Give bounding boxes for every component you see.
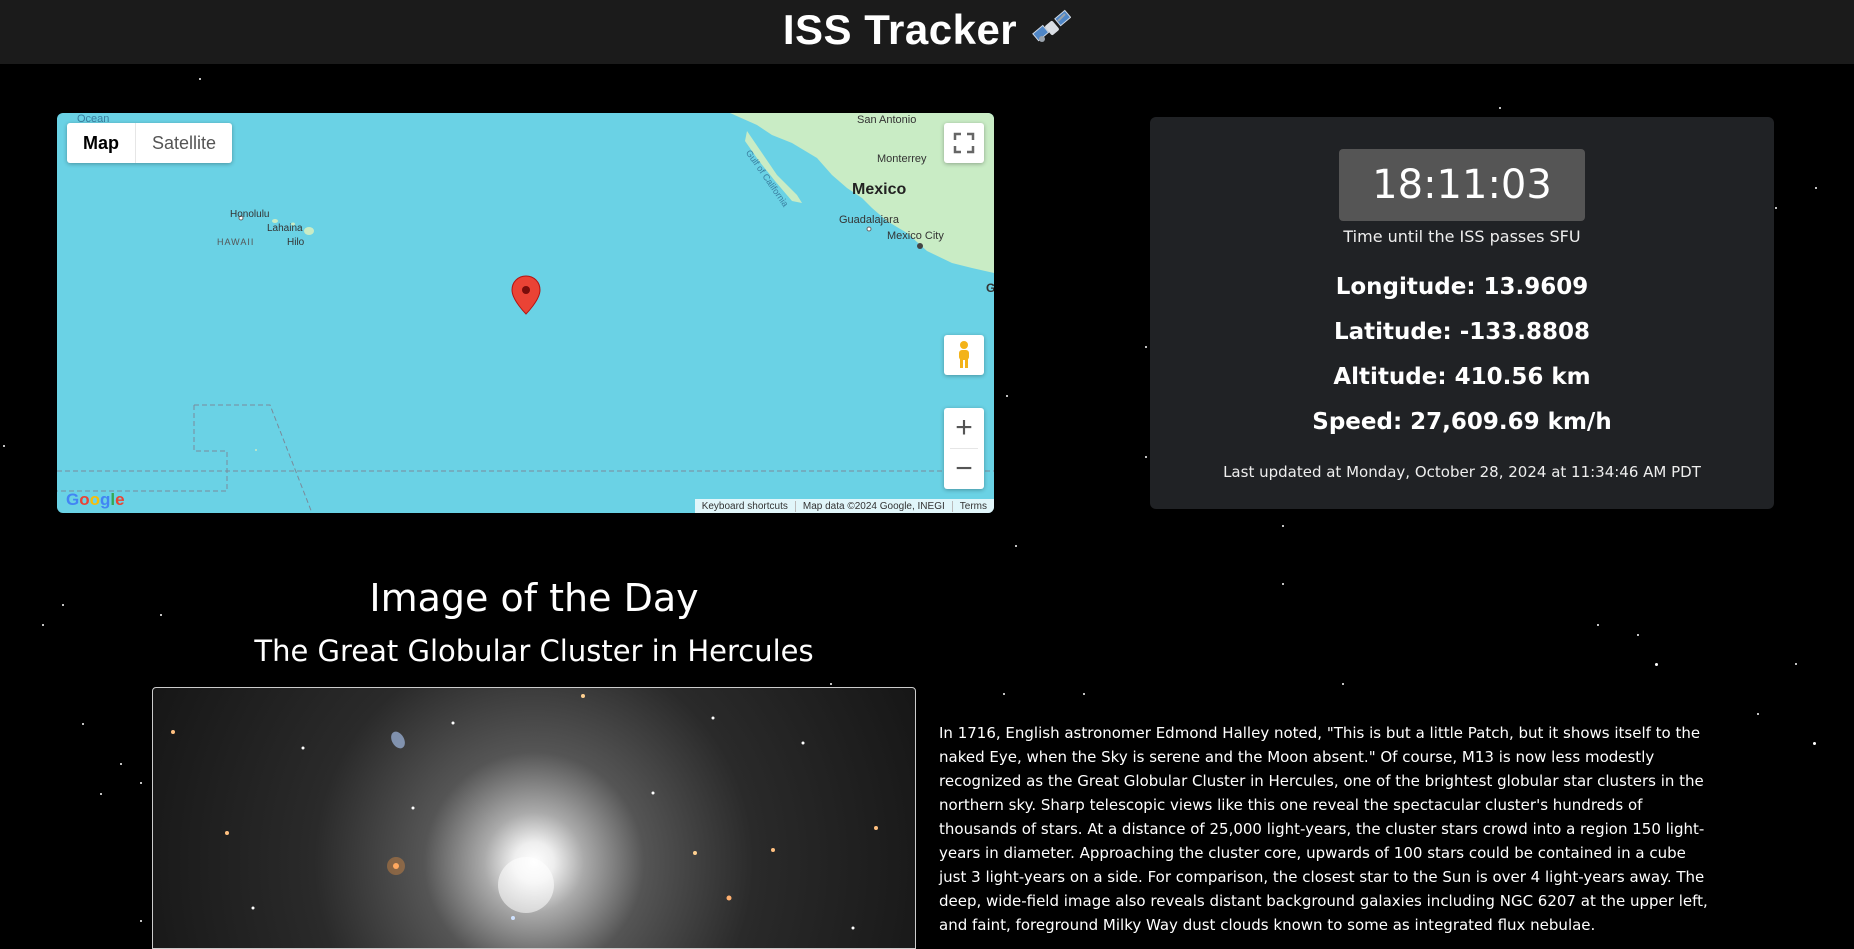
label-edge-g: G [986,281,994,295]
keyboard-shortcuts-link[interactable]: Keyboard shortcuts [695,501,795,512]
label-hawaii: HAWAII [217,237,255,247]
speed-value: Speed: 27,609.69 km/h [1312,409,1612,435]
plus-icon: + [955,411,973,444]
title-text: ISS Tracker [782,6,1018,54]
map-data-text: Map data ©2024 Google, INEGI [794,500,952,512]
zoom-in-button[interactable]: + [944,408,984,448]
minus-icon: − [955,452,973,485]
altitude-value: Altitude: 410.56 km [1333,364,1591,390]
map-type-control: Map Satellite [67,123,233,163]
label-san-antonio: San Antonio [857,114,917,126]
google-logo[interactable]: Google [66,490,125,510]
label-monterrey: Monterrey [877,153,927,165]
iss-location-marker[interactable] [511,275,541,315]
image-of-the-day-heading: Image of the Day [369,576,699,620]
satellite-icon [1031,8,1072,58]
label-mexico-city: Mexico City [887,230,944,242]
image-description: In 1716, English astronomer Edmond Halle… [939,724,1708,934]
label-guadalajara: Guadalajara [839,214,899,226]
zoom-out-button[interactable]: − [944,449,984,489]
pegman-icon [959,341,969,368]
map-type-map-button[interactable]: Map [67,123,135,163]
fullscreen-button[interactable] [944,123,984,163]
street-view-pegman[interactable] [944,335,984,375]
countdown-timer: 18:11:03 [1339,149,1585,221]
countdown-caption: Time until the ISS passes SFU [1343,227,1581,246]
iss-info-panel: 18:11:03 Time until the ISS passes SFU L… [1150,117,1774,509]
apod-image [152,687,916,949]
map-type-satellite-button[interactable]: Satellite [135,123,232,163]
image-title: The Great Globular Cluster in Hercules [254,634,814,668]
fullscreen-icon [953,132,975,154]
label-mexico: Mexico [852,181,907,198]
label-lahaina: Lahaina [267,223,303,234]
last-updated-text: Last updated at Monday, October 28, 2024… [1223,463,1701,481]
page-title: ISS Tracker [782,6,1072,58]
map-attribution: Keyboard shortcuts Map data ©2024 Google… [694,499,994,513]
terms-link[interactable]: Terms [951,500,994,512]
page-header: ISS Tracker [0,0,1854,64]
star-cluster-photo [171,694,878,930]
latitude-value: Latitude: -133.8808 [1334,319,1590,345]
label-honolulu: Honolulu [230,209,270,220]
iss-map[interactable]: Ocean Honolulu Lahaina HAWAII Hilo San A… [57,113,994,513]
label-hilo: Hilo [287,237,305,248]
longitude-value: Longitude: 13.9609 [1335,274,1589,300]
zoom-control: + − [944,408,984,489]
